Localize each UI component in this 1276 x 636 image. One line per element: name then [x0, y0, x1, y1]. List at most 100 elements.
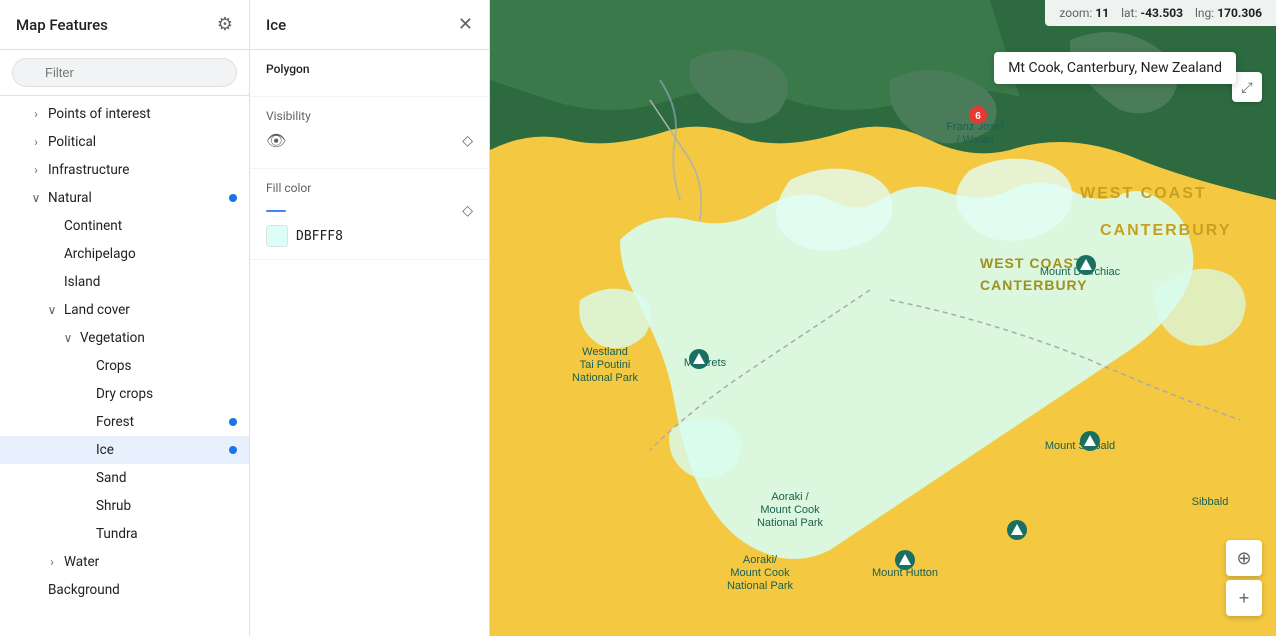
sidebar-item-label-points-of-interest: Points of interest [48, 106, 151, 122]
detail-body [250, 260, 489, 636]
close-icon[interactable]: ✕ [458, 14, 473, 35]
filter-bar: ⊟ [0, 50, 249, 96]
sidebar-item-tundra[interactable]: Tundra [0, 520, 249, 548]
expand-arrow-land-cover: ∨ [44, 303, 60, 317]
fill-color-label: Fill color [266, 181, 473, 195]
sidebar-item-vegetation[interactable]: ∨ Vegetation [0, 324, 249, 352]
sidebar-item-label-island: Island [64, 274, 100, 290]
svg-text:Aoraki /: Aoraki / [771, 491, 809, 503]
sidebar-item-label-political: Political [48, 134, 96, 150]
expand-arrow-points-of-interest: › [28, 107, 44, 121]
sidebar-item-dry-crops[interactable]: Dry crops [0, 380, 249, 408]
zoom-value: 11 [1095, 6, 1109, 20]
expand-arrow-vegetation: ∨ [60, 331, 76, 345]
tooltip-text: Mt Cook, Canterbury, New Zealand [1008, 60, 1222, 76]
sidebar-item-archipelago[interactable]: Archipelago [0, 240, 249, 268]
sidebar-item-land-cover[interactable]: ∨Land cover [0, 296, 249, 324]
sidebar-item-infrastructure[interactable]: ›Infrastructure [0, 156, 249, 184]
sidebar-header: Map Features ⚙ [0, 0, 249, 50]
fullscreen-button[interactable]: ⤢ [1232, 72, 1262, 102]
sidebar-item-continent[interactable]: Continent [0, 212, 249, 240]
svg-text:National Park: National Park [572, 372, 639, 384]
detail-panel: Ice ✕ Polygon Visibility 👁 ◇ Fill color … [250, 0, 490, 636]
svg-text:CANTERBURY: CANTERBURY [980, 277, 1087, 293]
sidebar-item-points-of-interest[interactable]: › Points of interest [0, 100, 249, 128]
fill-hex-label: DBFFF8 [296, 229, 343, 244]
sidebar-item-label-shrub: Shrub [96, 498, 131, 514]
svg-text:6: 6 [975, 111, 981, 122]
map-coords-bar: zoom: 11 lat: -43.503 lng: 170.306 [1045, 0, 1276, 26]
expand-arrow-infrastructure: › [28, 163, 44, 177]
sidebar-item-label-water: Water [64, 554, 99, 570]
fill-line [266, 210, 286, 212]
filter-wrap: ⊟ [12, 58, 237, 87]
svg-text:National Park: National Park [757, 517, 824, 529]
fill-diamond-icon[interactable]: ◇ [462, 203, 473, 219]
sidebar-item-ice[interactable]: Ice [0, 436, 249, 464]
active-dot-natural [229, 194, 237, 202]
sidebar-item-political[interactable]: › Political [0, 128, 249, 156]
active-dot-forest [229, 418, 237, 426]
lat-label: lat: -43.503 [1121, 6, 1183, 20]
svg-text:Mount Cook: Mount Cook [730, 567, 790, 579]
expand-arrow-water: › [44, 555, 60, 569]
sidebar-item-forest[interactable]: Forest [0, 408, 249, 436]
visibility-section: Visibility 👁 ◇ [250, 97, 489, 169]
location-button[interactable]: ⊕ [1226, 540, 1262, 576]
fill-row [266, 210, 286, 212]
svg-text:CANTERBURY: CANTERBURY [1100, 222, 1231, 239]
filter-input[interactable] [12, 58, 237, 87]
eye-icon[interactable]: 👁 [266, 131, 286, 150]
map-controls: ⊕ + [1226, 540, 1262, 616]
svg-text:Tai Poutini: Tai Poutini [580, 359, 631, 371]
sidebar-item-natural[interactable]: ∨ Natural [0, 184, 249, 212]
svg-text:Westland: Westland [582, 346, 628, 358]
map-tooltip: Mt Cook, Canterbury, New Zealand [994, 52, 1236, 84]
zoom-label: zoom: 11 [1059, 6, 1109, 20]
fill-swatch[interactable] [266, 225, 288, 247]
sidebar-item-label-ice: Ice [96, 442, 114, 458]
sidebar-item-shrub[interactable]: Shrub [0, 492, 249, 520]
map-area[interactable]: WEST COAST CANTERBURY WEST COAST CANTERB… [490, 0, 1276, 636]
polygon-label: Polygon [266, 62, 473, 76]
sidebar-item-label-archipelago: Archipelago [64, 246, 136, 262]
sidebar-item-label-forest: Forest [96, 414, 134, 430]
sidebar-item-sand[interactable]: Sand [0, 464, 249, 492]
fill-swatch-row[interactable]: DBFFF8 [266, 225, 473, 247]
sidebar-item-label-background: Background [48, 582, 120, 598]
lng-label: lng: 170.306 [1195, 6, 1262, 20]
sidebar-item-label-tundra: Tundra [96, 526, 138, 542]
visibility-control: 👁 ◇ [266, 131, 473, 150]
sidebar-item-label-crops: Crops [96, 358, 131, 374]
sidebar-item-label-continent: Continent [64, 218, 122, 234]
sidebar-item-label-dry-crops: Dry crops [96, 386, 153, 402]
visibility-label: Visibility [266, 109, 473, 123]
sidebar-item-background[interactable]: Background [0, 576, 249, 604]
expand-arrow-political: › [28, 135, 44, 149]
sidebar-item-island[interactable]: Island [0, 268, 249, 296]
detail-header: Ice ✕ [250, 0, 489, 50]
active-dot-ice [229, 446, 237, 454]
detail-title: Ice [266, 16, 286, 34]
svg-text:WEST COAST: WEST COAST [1080, 185, 1207, 202]
fill-color-control: ◇ [266, 203, 473, 219]
fill-color-section: Fill color ◇ DBFFF8 [250, 169, 489, 260]
sidebar-item-water[interactable]: › Water [0, 548, 249, 576]
sidebar-item-label-sand: Sand [96, 470, 126, 486]
svg-text:Sibbald: Sibbald [1192, 496, 1229, 508]
diamond-icon[interactable]: ◇ [462, 133, 473, 149]
expand-arrow-natural: ∨ [28, 191, 44, 205]
sidebar-item-label-vegetation: Vegetation [80, 330, 145, 346]
svg-text:Aoraki/: Aoraki/ [743, 554, 778, 566]
svg-text:National Park: National Park [727, 580, 794, 592]
svg-text:Mount Sibbald: Mount Sibbald [1045, 440, 1115, 452]
lat-value: -43.503 [1140, 6, 1183, 20]
sidebar-item-label-natural: Natural [48, 190, 92, 206]
polygon-section: Polygon [250, 50, 489, 97]
feature-tree: › Points of interest › Political ›Infrastruc… [0, 96, 249, 636]
sidebar-item-crops[interactable]: Crops [0, 352, 249, 380]
gear-icon[interactable]: ⚙ [217, 14, 233, 35]
zoom-in-button[interactable]: + [1226, 580, 1262, 616]
sidebar-title: Map Features [16, 16, 108, 34]
svg-text:/ Walau: / Walau [957, 134, 994, 146]
